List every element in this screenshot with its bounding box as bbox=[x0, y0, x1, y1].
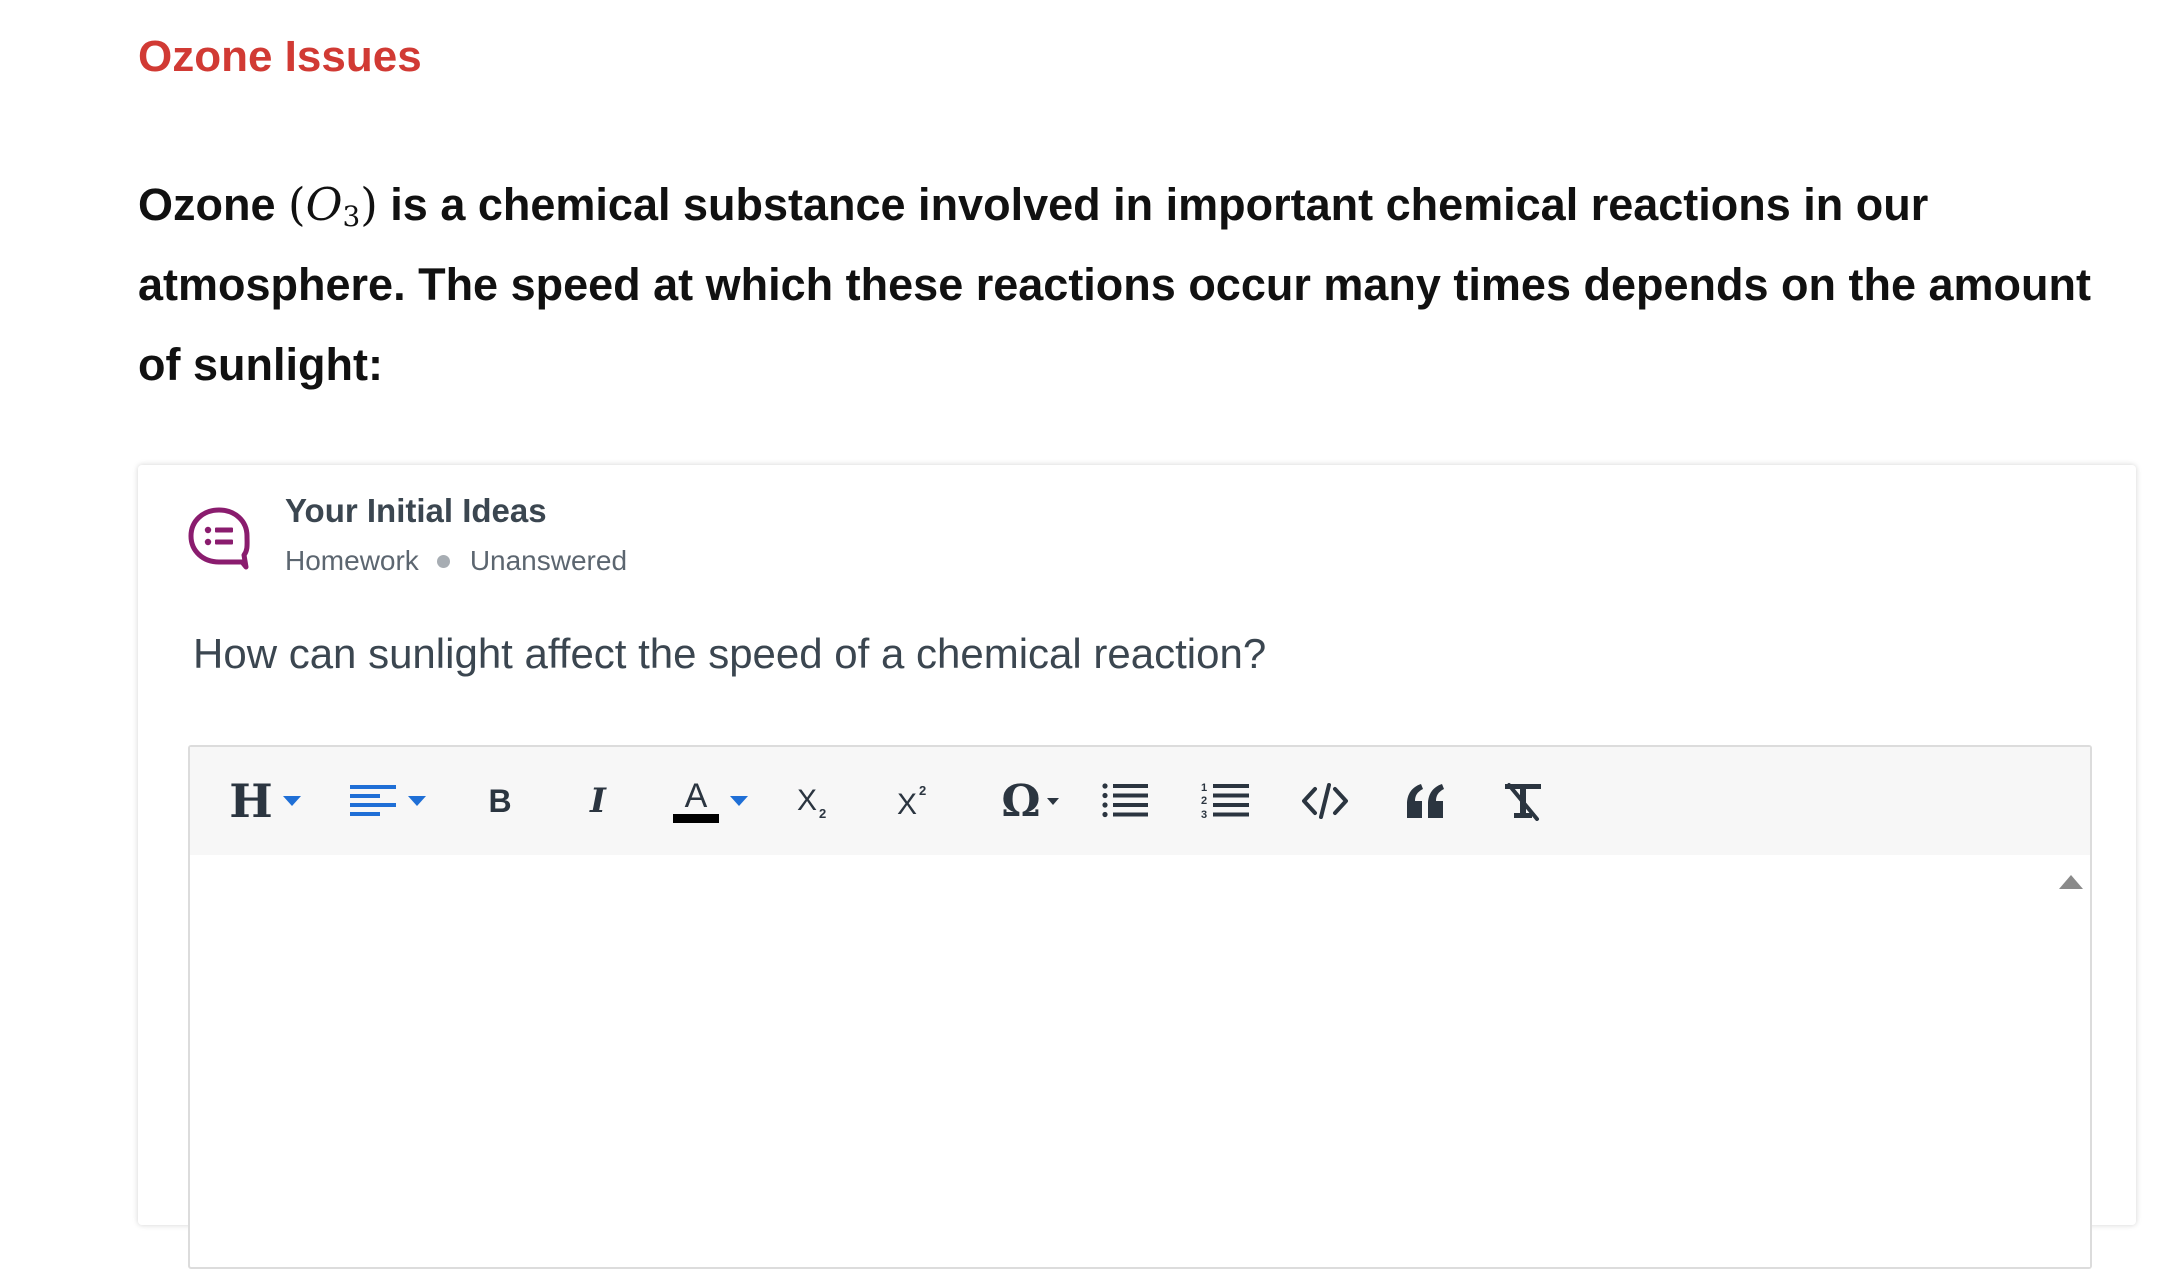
omega-icon: Ω bbox=[1001, 775, 1041, 827]
card-title: Your Initial Ideas bbox=[285, 492, 547, 529]
editor-text-area[interactable] bbox=[190, 855, 2090, 1267]
align-left-icon bbox=[350, 785, 396, 816]
bold-button[interactable]: B bbox=[470, 747, 530, 855]
special-characters-dropdown-button[interactable]: Ω bbox=[990, 747, 1070, 855]
font-color-icon: A bbox=[673, 777, 719, 823]
formula-open-paren: ( bbox=[288, 178, 306, 231]
scroll-up-arrow-icon[interactable] bbox=[2059, 875, 2083, 889]
code-icon bbox=[1302, 783, 1348, 819]
section-title: Ozone Issues bbox=[138, 32, 422, 81]
code-button[interactable] bbox=[1290, 747, 1360, 855]
question-text: How can sunlight affect the speed of a c… bbox=[193, 630, 1267, 677]
ozone-formula: (O3) bbox=[288, 178, 378, 231]
quote-icon bbox=[1407, 784, 1444, 818]
chevron-down-icon bbox=[408, 796, 426, 806]
numbered-list-icon: 1 2 3 bbox=[1201, 782, 1249, 821]
meta-type: Homework bbox=[285, 545, 419, 576]
discussion-icon bbox=[186, 505, 252, 571]
subscript-icon: X 2 bbox=[797, 784, 826, 821]
svg-text:X: X bbox=[897, 788, 917, 821]
card-meta: Homework Unanswered bbox=[285, 545, 627, 577]
svg-text:A: A bbox=[685, 777, 708, 815]
svg-text:2: 2 bbox=[1201, 795, 1207, 807]
rich-text-editor: H B I A X 2 X 2 Ω 1 2 3 bbox=[188, 745, 2092, 1269]
svg-text:1: 1 bbox=[1201, 782, 1207, 794]
formula-close-paren: ) bbox=[360, 178, 378, 231]
intro-lead: Ozone bbox=[138, 179, 289, 230]
bulleted-list-button[interactable] bbox=[1090, 747, 1160, 855]
editor-toolbar: H B I A X 2 X 2 Ω 1 2 3 bbox=[190, 747, 2090, 855]
svg-text:3: 3 bbox=[1201, 809, 1207, 821]
superscript-button[interactable]: X 2 bbox=[885, 747, 945, 855]
italic-icon: I bbox=[590, 781, 606, 821]
chevron-down-icon bbox=[282, 796, 301, 806]
superscript-icon: X 2 bbox=[897, 783, 926, 821]
bold-icon: B bbox=[488, 782, 512, 819]
svg-text:2: 2 bbox=[819, 806, 826, 821]
editor-scrollbar[interactable] bbox=[2052, 855, 2090, 1267]
numbered-list-button[interactable]: 1 2 3 bbox=[1190, 747, 1260, 855]
meta-status: Unanswered bbox=[469, 545, 628, 576]
clear-formatting-button[interactable] bbox=[1488, 747, 1558, 855]
chevron-down-icon bbox=[1046, 797, 1059, 805]
formula-subscript: 3 bbox=[342, 200, 361, 234]
blockquote-button[interactable] bbox=[1390, 747, 1460, 855]
formula-symbol: O bbox=[305, 178, 343, 231]
svg-text:2: 2 bbox=[919, 783, 926, 798]
clear-formatting-icon bbox=[1505, 783, 1541, 821]
question-card: Your Initial Ideas Homework Unanswered H… bbox=[138, 465, 2136, 1269]
font-color-dropdown-button[interactable]: A bbox=[660, 747, 760, 855]
svg-text:X: X bbox=[797, 784, 817, 817]
heading-dropdown-button[interactable]: H bbox=[220, 747, 310, 855]
heading-icon: H bbox=[229, 774, 273, 828]
bulleted-list-icon bbox=[1102, 783, 1148, 818]
align-dropdown-button[interactable] bbox=[338, 747, 438, 855]
subscript-button[interactable]: X 2 bbox=[785, 747, 845, 855]
meta-separator-dot bbox=[436, 554, 450, 568]
intro-rest: is a chemical substance involved in impo… bbox=[138, 179, 2091, 390]
italic-button[interactable]: I bbox=[568, 747, 628, 855]
intro-paragraph: Ozone (O3) is a chemical substance invol… bbox=[138, 165, 2138, 405]
chevron-down-icon bbox=[730, 796, 748, 806]
